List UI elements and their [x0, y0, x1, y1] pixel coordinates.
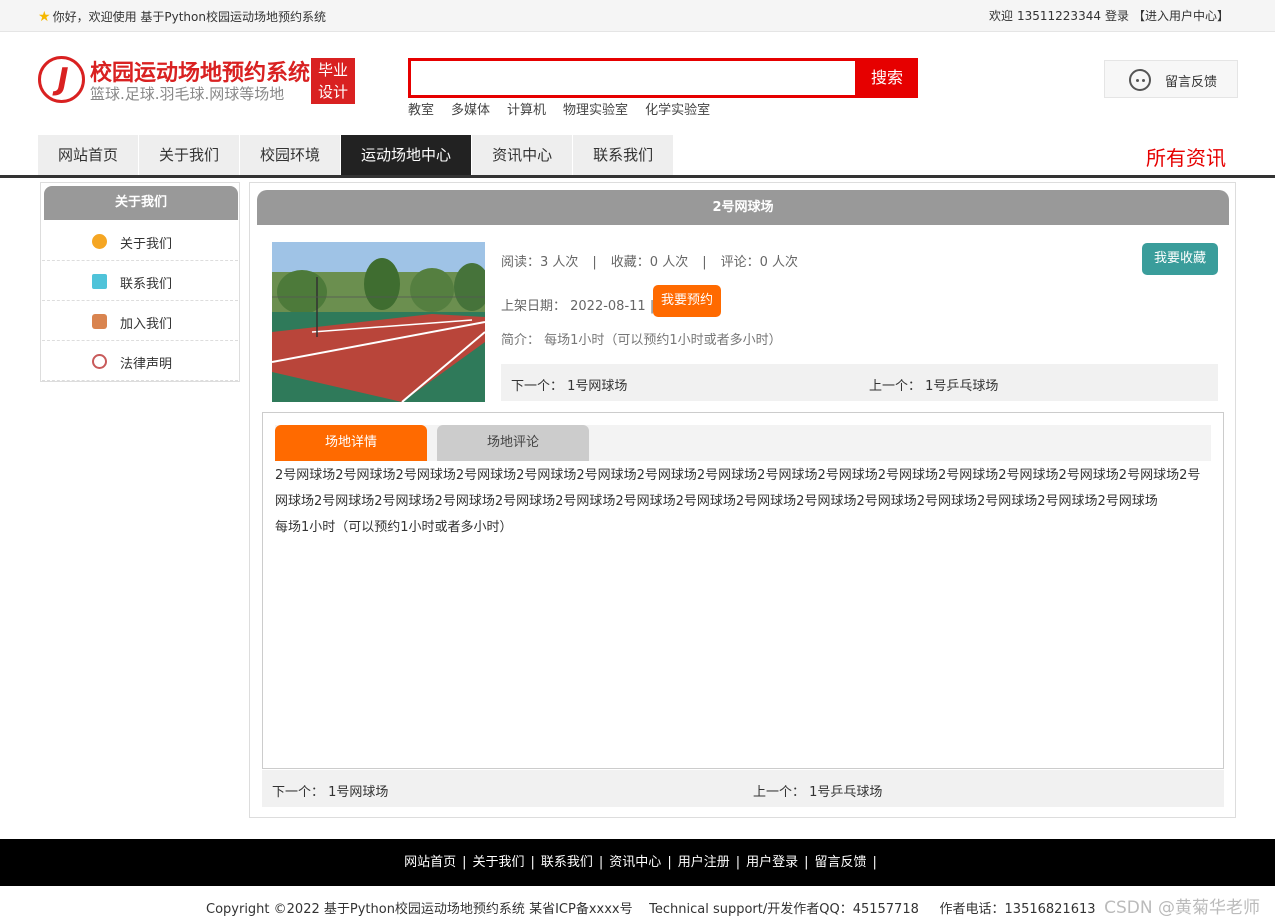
detail-content: 2号网球场2号网球场2号网球场2号网球场2号网球场2号网球场2号网球场2号网球场… — [275, 463, 1213, 541]
login-link[interactable]: 登录 — [1105, 9, 1129, 23]
feedback-label: 留言反馈 — [1165, 75, 1218, 90]
prev-venue: 上一个： 1号乒乓球场 — [869, 375, 998, 394]
venue-photo — [272, 242, 485, 402]
badge-line2: 设计 — [317, 83, 348, 101]
power-icon — [92, 354, 107, 369]
search-box — [408, 58, 858, 98]
nav-divider — [0, 175, 1275, 178]
hot-word-link[interactable]: 教室 — [408, 103, 434, 118]
info-icon — [92, 234, 107, 249]
prev-venue-link[interactable]: 1号乒乓球场 — [925, 379, 998, 394]
feedback-button[interactable]: 留言反馈 — [1104, 60, 1238, 98]
sidebar-title: 关于我们 — [44, 186, 238, 220]
detail-panel: 场地详情 场地评论 2号网球场2号网球场2号网球场2号网球场2号网球场2号网球场… — [262, 412, 1224, 769]
prev-venue-link[interactable]: 1号乒乓球场 — [809, 785, 882, 800]
next-venue: 下一个： 1号网球场 — [511, 375, 627, 394]
footer-nav: 网站首页 | 关于我们 | 联系我们 | 资讯中心 | 用户注册 | 用户登录 | 留言反馈 | — [0, 839, 1275, 886]
tennis-court-image — [272, 242, 485, 402]
footer-link[interactable]: 资讯中心 — [609, 855, 661, 870]
venue-pagination: 下一个： 1号网球场 上一个： 1号乒乓球场 — [501, 364, 1218, 401]
detail-text: 每场1小时（可以预约1小时或者多小时） — [275, 520, 513, 535]
nav-venues[interactable]: 运动场地中心 — [341, 135, 473, 175]
all-news-link[interactable]: 所有资讯 — [1146, 142, 1226, 171]
hot-word-link[interactable]: 化学实验室 — [645, 103, 710, 118]
hot-word-link[interactable]: 物理实验室 — [563, 103, 628, 118]
customer-service-icon — [1129, 69, 1151, 91]
tab-details[interactable]: 场地详情 — [275, 425, 427, 461]
separator: | — [702, 255, 707, 270]
sidebar-item-label: 联系我们 — [120, 277, 173, 292]
hot-word-link[interactable]: 计算机 — [507, 103, 546, 118]
star-icon: ★ — [38, 9, 51, 25]
greeting: ★ 你好，欢迎使用 基于Python校园运动场地预约系统 — [38, 8, 326, 25]
next-venue-link[interactable]: 1号网球场 — [567, 379, 627, 394]
nav-campus[interactable]: 校园环境 — [240, 135, 342, 175]
venue-intro: 简介： 每场1小时（可以预约1小时或者多小时） — [501, 333, 782, 348]
comment-count: 评论：0 人次 — [720, 255, 798, 270]
next-label: 下一个： — [272, 785, 325, 800]
prev-venue: 上一个： 1号乒乓球场 — [753, 781, 882, 800]
user-phone: 13511223344 — [1016, 9, 1101, 23]
venue-title: 2号网球场 — [257, 190, 1229, 225]
copyright: Copyright ©2022 基于Python校园运动场地预约系统 某省ICP… — [206, 902, 1096, 917]
user-status: 欢迎 13511223344 登录 【进入用户中心】 — [985, 7, 1229, 24]
sidebar-item-label: 法律声明 — [120, 357, 173, 372]
lock-icon — [92, 314, 107, 329]
logo-icon[interactable]: J — [38, 56, 85, 103]
footer-link[interactable]: 网站首页 — [404, 855, 456, 870]
next-venue-link[interactable]: 1号网球场 — [328, 785, 388, 800]
sidebar-item-join[interactable]: 加入我们 — [42, 301, 238, 341]
welcome-label: 欢迎 — [988, 9, 1013, 23]
footer-link[interactable]: 用户注册 — [678, 855, 730, 870]
venue-panel: 2号网球场 阅读：3 人次 | 收藏：0 人次 | 评论：0 人次 我要收藏 上架日期：… — [249, 182, 1236, 818]
nav-about[interactable]: 关于我们 — [139, 135, 241, 175]
greeting-text: 你好，欢迎使用 基于Python校园运动场地预约系统 — [52, 10, 326, 24]
listed-date: 上架日期： 2022-08-11 | — [501, 299, 655, 314]
venue-stats: 阅读：3 人次 | 收藏：0 人次 | 评论：0 人次 — [501, 251, 798, 270]
main-nav: 网站首页 关于我们 校园环境 运动场地中心 资讯中心 联系我们 — [38, 135, 675, 175]
favorite-count: 收藏：0 人次 — [610, 255, 689, 270]
prev-label: 上一个： — [869, 379, 922, 394]
next-venue: 下一个： 1号网球场 — [272, 781, 388, 800]
search-input[interactable] — [411, 61, 855, 95]
badge-line1: 毕业 — [317, 61, 348, 79]
sidebar-item-about[interactable]: 关于我们 — [42, 221, 238, 261]
prev-label: 上一个： — [753, 785, 806, 800]
site-subtitle: 篮球.足球.羽毛球.网球等场地 — [90, 85, 285, 103]
footer-link[interactable]: 留言反馈 — [815, 855, 867, 870]
read-count: 阅读：3 人次 — [501, 255, 579, 270]
sidebar-item-label: 加入我们 — [120, 317, 173, 332]
tab-comments[interactable]: 场地评论 — [437, 425, 589, 461]
top-bar: ★ 你好，欢迎使用 基于Python校园运动场地预约系统 欢迎 1351122334… — [0, 0, 1275, 32]
graduation-badge: 毕业 设计 — [311, 58, 355, 104]
footer-link[interactable]: 用户登录 — [746, 855, 798, 870]
next-label: 下一个： — [511, 379, 564, 394]
logo-letter: J — [57, 62, 69, 97]
sidebar-item-legal[interactable]: 法律声明 — [42, 341, 238, 381]
favorite-button[interactable]: 我要收藏 — [1142, 243, 1218, 275]
sidebar-item-contact[interactable]: 联系我们 — [42, 261, 238, 301]
nav-home[interactable]: 网站首页 — [38, 135, 140, 175]
detail-text: 2号网球场2号网球场2号网球场2号网球场2号网球场2号网球场2号网球场2号网球场… — [275, 468, 1201, 509]
clipboard-icon — [92, 274, 107, 289]
nav-contact[interactable]: 联系我们 — [573, 135, 675, 175]
tabs-bar: 场地详情 场地评论 — [275, 425, 1211, 461]
footer-link[interactable]: 关于我们 — [472, 855, 524, 870]
footer-link[interactable]: 联系我们 — [541, 855, 593, 870]
search-button[interactable]: 搜索 — [856, 58, 918, 98]
sidebar: 关于我们 关于我们 联系我们 加入我们 法律声明 — [40, 182, 240, 382]
watermark: CSDN @黄菊华老师 — [1104, 898, 1260, 918]
separator: | — [592, 255, 597, 270]
hot-words: 教室 多媒体 计算机 物理实验室 化学实验室 — [408, 99, 727, 118]
user-center-link[interactable]: 【进入用户中心】 — [1133, 9, 1229, 23]
sidebar-item-label: 关于我们 — [120, 237, 173, 252]
bottom-pagination: 下一个： 1号网球场 上一个： 1号乒乓球场 — [262, 770, 1224, 807]
hot-word-link[interactable]: 多媒体 — [451, 103, 490, 118]
nav-news[interactable]: 资讯中心 — [472, 135, 574, 175]
book-button[interactable]: 我要预约 — [653, 285, 721, 317]
